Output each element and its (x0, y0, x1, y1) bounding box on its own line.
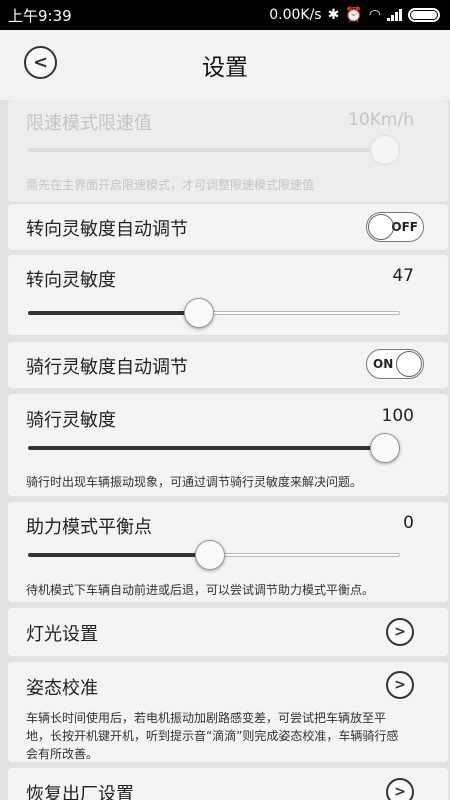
slider-thumb[interactable] (370, 135, 400, 165)
chevron-right-icon[interactable]: > (386, 671, 414, 699)
slider-fill (28, 446, 400, 450)
back-button[interactable]: < (24, 46, 57, 79)
factory-reset-label: 恢复出厂设置 (26, 784, 134, 800)
steering-sensitivity-value: 47 (392, 266, 414, 286)
posture-calibration-label: 姿态校准 (26, 678, 98, 699)
toggle-state-label: OFF (391, 220, 418, 234)
riding-auto-label: 骑行灵敏度自动调节 (26, 357, 188, 378)
balance-point-hint: 待机模式下车辆自动前进或后退，可以尝试调节助力模式平衡点。 (26, 583, 375, 597)
toggle-state-label: ON (373, 357, 394, 371)
steering-sensitivity-card: 转向灵敏度 47 (8, 255, 448, 335)
net-speed: 0.00K/s (269, 7, 322, 23)
speed-limit-hint: 需先在主界面开启限速模式，才可调整限速模式限速值 (26, 178, 315, 192)
steering-sensitivity-slider[interactable] (28, 295, 400, 331)
slider-fill (28, 148, 400, 152)
riding-sensitivity-value: 100 (381, 406, 414, 426)
header-bar: < 设置 (0, 30, 450, 100)
slider-fill (28, 311, 199, 315)
toggle-knob (396, 351, 422, 377)
balance-point-label: 助力模式平衡点 (26, 517, 152, 538)
speed-limit-card: 限速模式限速值 10Km/h 需先在主界面开启限速模式，才可调整限速模式限速值 (8, 100, 448, 202)
wifi-icon: ◠ (368, 7, 381, 23)
status-icons: 0.00K/s ✱ ⏰ ◠ (269, 7, 440, 23)
bluetooth-icon: ✱ (327, 7, 340, 23)
page-title: 设置 (202, 55, 248, 81)
riding-auto-toggle[interactable]: ON (366, 349, 424, 379)
light-settings-row[interactable]: 灯光设置 > (8, 608, 448, 656)
slider-thumb[interactable] (184, 298, 214, 328)
slider-thumb[interactable] (195, 540, 225, 570)
factory-reset-row[interactable]: 恢复出厂设置 > (8, 768, 448, 800)
riding-sensitivity-label: 骑行灵敏度 (26, 410, 116, 431)
chevron-right-icon[interactable]: > (386, 618, 414, 646)
posture-calibration-hint: 车辆长时间使用后，若电机振动加剧路感变差，可尝试把车辆放至平地，长按开机键开机，… (26, 711, 399, 761)
speed-limit-value: 10Km/h (348, 110, 414, 130)
alarm-icon: ⏰ (345, 7, 363, 23)
balance-point-card: 助力模式平衡点 0 待机模式下车辆自动前进或后退，可以尝试调节助力模式平衡点。 (8, 502, 448, 602)
steering-sensitivity-label: 转向灵敏度 (26, 270, 116, 291)
light-settings-label: 灯光设置 (26, 624, 98, 645)
status-bar: 上午9:39 0.00K/s ✱ ⏰ ◠ (0, 0, 450, 30)
speed-limit-slider[interactable] (28, 132, 400, 168)
chevron-right-icon[interactable]: > (386, 778, 414, 800)
riding-sensitivity-card: 骑行灵敏度 100 骑行时出现车辆振动现象，可通过调节骑行灵敏度来解决问题。 (8, 394, 448, 496)
riding-auto-row: 骑行灵敏度自动调节 ON (8, 342, 448, 388)
status-time: 上午9:39 (8, 6, 72, 25)
chevron-left-icon: < (32, 52, 49, 73)
balance-point-value: 0 (403, 513, 414, 533)
steering-auto-row: 转向灵敏度自动调节 OFF (8, 204, 448, 250)
posture-calibration-card[interactable]: 姿态校准 > 车辆长时间使用后，若电机振动加剧路感变差，可尝试把车辆放至平地，长… (8, 662, 448, 762)
battery-icon (408, 8, 440, 22)
riding-sensitivity-slider[interactable] (28, 430, 400, 466)
steering-auto-toggle[interactable]: OFF (366, 212, 424, 242)
slider-thumb[interactable] (370, 433, 400, 463)
riding-sensitivity-hint: 骑行时出现车辆振动现象，可通过调节骑行灵敏度来解决问题。 (26, 475, 363, 489)
slider-fill (28, 553, 210, 557)
balance-point-slider[interactable] (28, 537, 400, 573)
toggle-knob (368, 214, 394, 240)
steering-auto-label: 转向灵敏度自动调节 (26, 219, 188, 240)
signal-icon (387, 9, 402, 21)
